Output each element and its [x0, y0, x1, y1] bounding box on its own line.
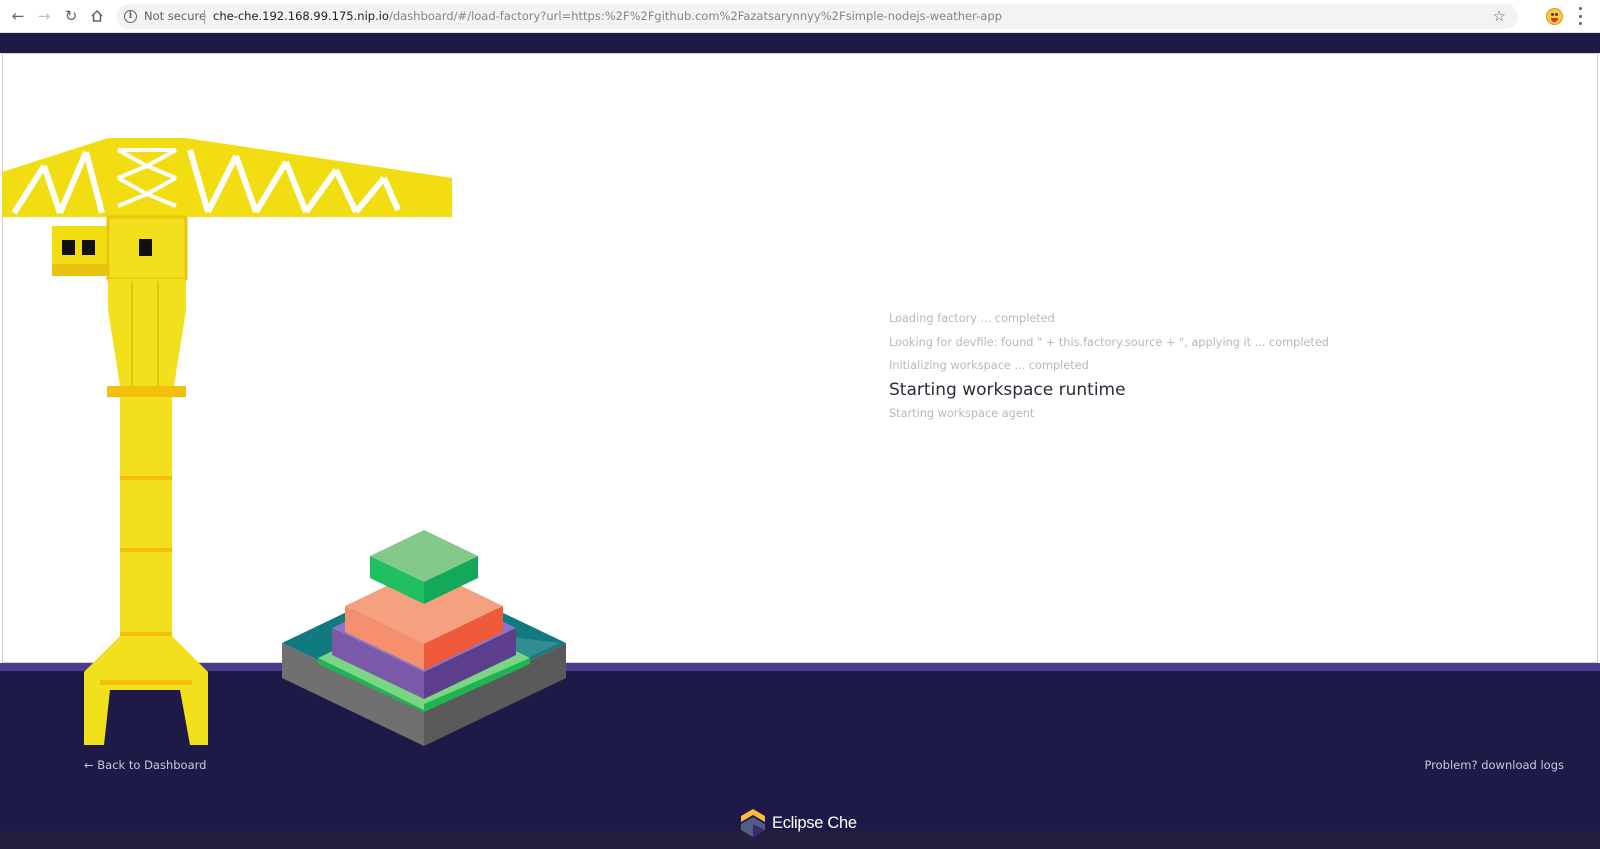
crane-jib — [2, 138, 452, 217]
back-to-dashboard-link[interactable]: ← Back to Dashboard — [84, 758, 206, 772]
progress-step-devfile: Looking for devfile: found " + this.fact… — [889, 335, 1329, 349]
eclipse-che-logo: Eclipse Che — [740, 808, 857, 838]
workspace-progress-log: Loading factory ... completed Looking fo… — [889, 307, 1329, 425]
brand-name: Eclipse Che — [772, 813, 857, 832]
progress-step-initializing: Initializing workspace ... completed — [889, 359, 1089, 372]
progress-step-loading-factory: Loading factory ... completed — [889, 312, 1055, 325]
che-logo-icon — [741, 809, 765, 837]
progress-step-agent: Starting workspace agent — [889, 406, 1035, 420]
workspace-blocks — [282, 530, 566, 746]
progress-step-current: Starting workspace runtime — [889, 379, 1126, 400]
download-logs-link[interactable]: Problem? download logs — [1424, 758, 1564, 772]
crane-illustration — [2, 138, 566, 746]
